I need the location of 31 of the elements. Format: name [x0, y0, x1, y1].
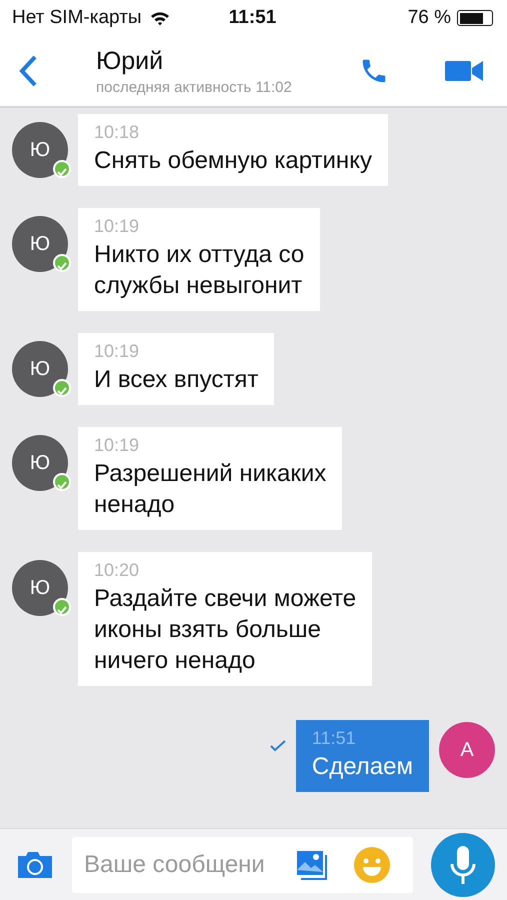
contact-name: Юрий [96, 46, 164, 76]
message-text: Снять обемную картинку [94, 146, 372, 176]
message-time: 10:18 [94, 122, 140, 143]
message-time: 11:51 [312, 728, 357, 749]
carrier-name: Нет SIM-карты [12, 7, 142, 29]
battery-percent: 76 % [408, 7, 452, 29]
avatar[interactable]: Ю [12, 435, 68, 491]
message-text: Разрешений никаких ненадо [94, 459, 326, 520]
clock-time: 11:51 [228, 7, 276, 29]
message-input-box[interactable]: Ваше сообщени [72, 836, 413, 892]
wifi-icon [150, 10, 170, 26]
microphone-icon [449, 844, 477, 886]
camera-icon[interactable] [16, 850, 54, 878]
message-text: Сделаем [312, 752, 413, 782]
avatar[interactable]: А [439, 722, 495, 778]
battery-icon [457, 10, 494, 26]
avatar[interactable]: Ю [12, 122, 68, 178]
message-text: И всех впустят [94, 365, 258, 395]
message-time: 10:19 [94, 341, 140, 362]
message-time: 10:19 [94, 216, 140, 237]
message-time: 10:20 [94, 560, 140, 581]
video-camera-icon[interactable] [445, 60, 483, 82]
message-text: Никто их оттуда со службы невыгонит [94, 240, 304, 301]
message-time: 10:19 [94, 435, 140, 456]
avatar[interactable]: Ю [12, 341, 68, 397]
last-seen-status: последняя активность 11:02 [96, 78, 293, 96]
message-text: Раздайте свечи можете иконы взять больше ничего ненадо [94, 584, 356, 676]
avatar[interactable]: Ю [12, 216, 68, 272]
avatar[interactable]: Ю [12, 560, 68, 616]
message-input-field[interactable]: Ваше сообщени [82, 850, 294, 878]
image-icon[interactable] [296, 850, 328, 880]
